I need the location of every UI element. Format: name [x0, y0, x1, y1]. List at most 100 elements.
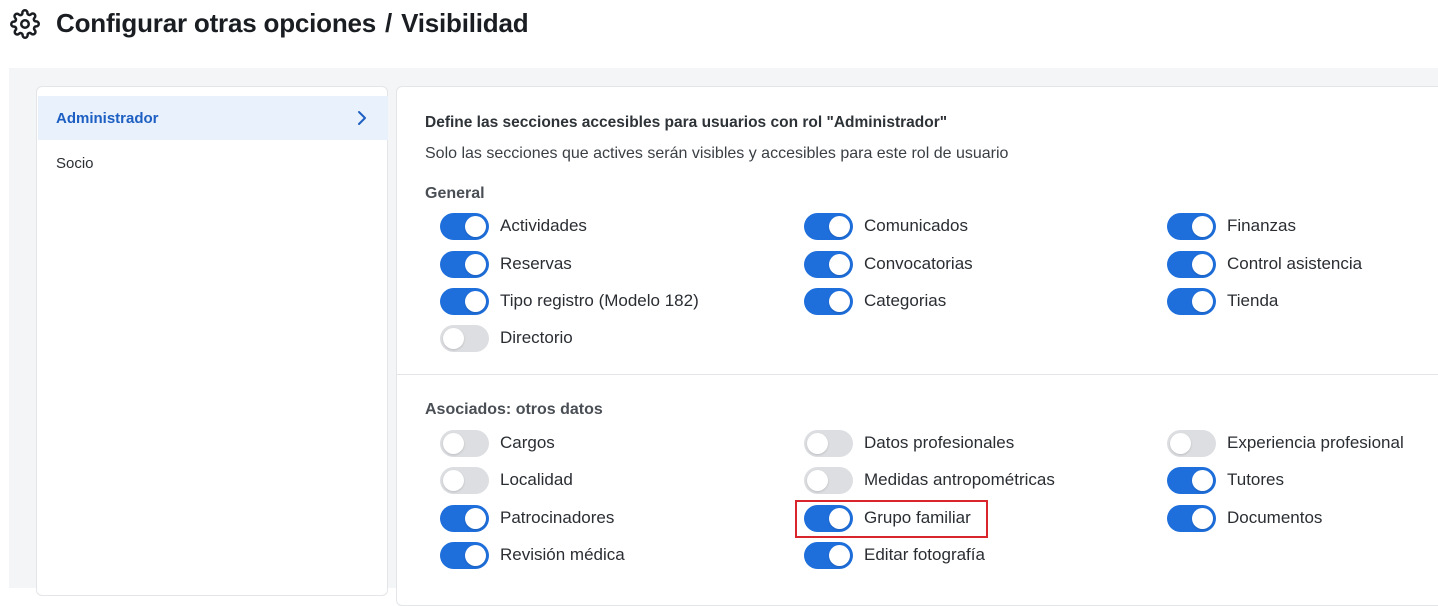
toggle-switch[interactable]: [1167, 504, 1216, 532]
option-medidas-antropometricas: Medidas antropométricas: [804, 466, 1055, 494]
option-label: Cargos: [500, 433, 555, 452]
option-tienda: Tienda: [1167, 287, 1278, 315]
section-divider: [397, 374, 1438, 375]
option-convocatorias: Convocatorias: [804, 250, 973, 278]
option-reservas: Reservas: [440, 250, 572, 278]
toggle-knob: [465, 544, 486, 566]
option-label: Localidad: [500, 470, 573, 489]
page-title-section: Configurar otras opciones: [56, 8, 377, 38]
option-label: Comunicados: [864, 216, 968, 235]
option-categorias: Categorias: [804, 287, 946, 315]
toggle-knob: [443, 469, 464, 491]
option-directorio: Directorio: [440, 324, 573, 352]
toggle-knob: [1192, 215, 1213, 237]
toggle-knob: [807, 432, 828, 454]
option-label: Datos profesionales: [864, 433, 1015, 452]
toggle-knob: [465, 507, 486, 529]
page-header: Configurar otras opciones / Visibilidad: [0, 0, 1438, 48]
option-label: Finanzas: [1227, 216, 1296, 235]
toggle-switch[interactable]: [804, 212, 853, 240]
toggle-switch[interactable]: [804, 250, 853, 278]
chevron-right-icon: [358, 111, 366, 125]
role-sidebar: Administrador Socio: [36, 86, 388, 596]
option-documentos: Documentos: [1167, 504, 1322, 532]
toggle-switch[interactable]: [1167, 466, 1216, 494]
option-label: Revisión médica: [500, 545, 625, 564]
option-label: Tipo registro (Modelo 182): [500, 291, 699, 310]
option-label: Categorias: [864, 291, 947, 310]
option-label: Reservas: [500, 254, 572, 273]
panel-heading: Define las secciones accesibles para usu…: [425, 114, 948, 131]
toggle-switch[interactable]: [804, 541, 853, 569]
visibility-panel: Define las secciones accesibles para usu…: [396, 86, 1438, 606]
toggle-switch[interactable]: [440, 212, 489, 240]
toggle-knob: [829, 215, 850, 237]
toggle-knob: [1192, 469, 1213, 491]
sidebar-item-socio[interactable]: Socio: [38, 141, 388, 185]
toggle-knob: [829, 507, 850, 529]
toggle-switch[interactable]: [1167, 429, 1216, 457]
toggle-switch[interactable]: [804, 287, 853, 315]
option-label: Medidas antropométricas: [864, 470, 1055, 489]
toggle-switch[interactable]: [804, 429, 853, 457]
option-actividades: Actividades: [440, 212, 587, 240]
title-separator: /: [385, 8, 393, 38]
option-finanzas: Finanzas: [1167, 212, 1296, 240]
option-label: Tutores: [1227, 470, 1285, 489]
option-label: Patrocinadores: [500, 508, 615, 527]
option-experiencia-profesional: Experiencia profesional: [1167, 429, 1404, 457]
toggle-switch[interactable]: [1167, 212, 1216, 240]
option-control-asistencia: Control asistencia: [1167, 250, 1362, 278]
option-cargos: Cargos: [440, 429, 555, 457]
page-title: Configurar otras opciones / Visibilidad: [56, 8, 529, 39]
option-label: Actividades: [500, 216, 587, 235]
option-editar-fotografia: Editar fotografía: [804, 541, 985, 569]
toggle-switch[interactable]: [440, 504, 489, 532]
option-label: Editar fotografía: [864, 545, 985, 564]
toggle-switch[interactable]: [440, 287, 489, 315]
option-label: Control asistencia: [1227, 254, 1363, 273]
toggle-knob: [443, 327, 464, 349]
toggle-switch[interactable]: [440, 429, 489, 457]
option-localidad: Localidad: [440, 466, 573, 494]
sidebar-item-label: Administrador: [56, 109, 159, 127]
option-revision-medica: Revisión médica: [440, 541, 625, 569]
option-grupo-familiar: Grupo familiar: [804, 504, 971, 532]
toggle-knob: [1192, 507, 1213, 529]
section-title-asociados: Asociados: otros datos: [425, 401, 603, 418]
option-label: Experiencia profesional: [1227, 433, 1404, 452]
toggle-knob: [1170, 432, 1191, 454]
option-tipo-registro: Tipo registro (Modelo 182): [440, 287, 699, 315]
toggle-switch[interactable]: [1167, 287, 1216, 315]
toggle-knob: [829, 253, 850, 275]
toggle-knob: [1192, 253, 1213, 275]
toggle-switch[interactable]: [804, 504, 853, 532]
toggle-switch[interactable]: [1167, 250, 1216, 278]
toggle-switch[interactable]: [440, 541, 489, 569]
page-title-subsection: Visibilidad: [401, 8, 529, 38]
option-label: Documentos: [1227, 508, 1323, 527]
option-comunicados: Comunicados: [804, 212, 968, 240]
sidebar-item-label: Socio: [56, 154, 94, 172]
toggle-switch[interactable]: [804, 466, 853, 494]
toggle-knob: [1192, 290, 1213, 312]
toggle-knob: [465, 253, 486, 275]
toggle-knob: [829, 290, 850, 312]
toggle-switch[interactable]: [440, 324, 489, 352]
toggle-knob: [807, 469, 828, 491]
option-datos-profesionales: Datos profesionales: [804, 429, 1014, 457]
toggle-switch[interactable]: [440, 466, 489, 494]
sidebar-item-administrador[interactable]: Administrador: [38, 96, 388, 140]
option-label: Directorio: [500, 328, 573, 347]
toggle-knob: [829, 544, 850, 566]
toggle-switch[interactable]: [440, 250, 489, 278]
panel-subheading: Solo las secciones que actives serán vis…: [425, 145, 1009, 162]
option-label: Convocatorias: [864, 254, 973, 273]
option-label: Grupo familiar: [864, 508, 971, 527]
option-label: Tienda: [1227, 291, 1279, 310]
toggle-knob: [465, 215, 486, 237]
section-title-general: General: [425, 185, 485, 202]
toggle-knob: [443, 432, 464, 454]
toggle-knob: [465, 290, 486, 312]
option-patrocinadores: Patrocinadores: [440, 504, 614, 532]
